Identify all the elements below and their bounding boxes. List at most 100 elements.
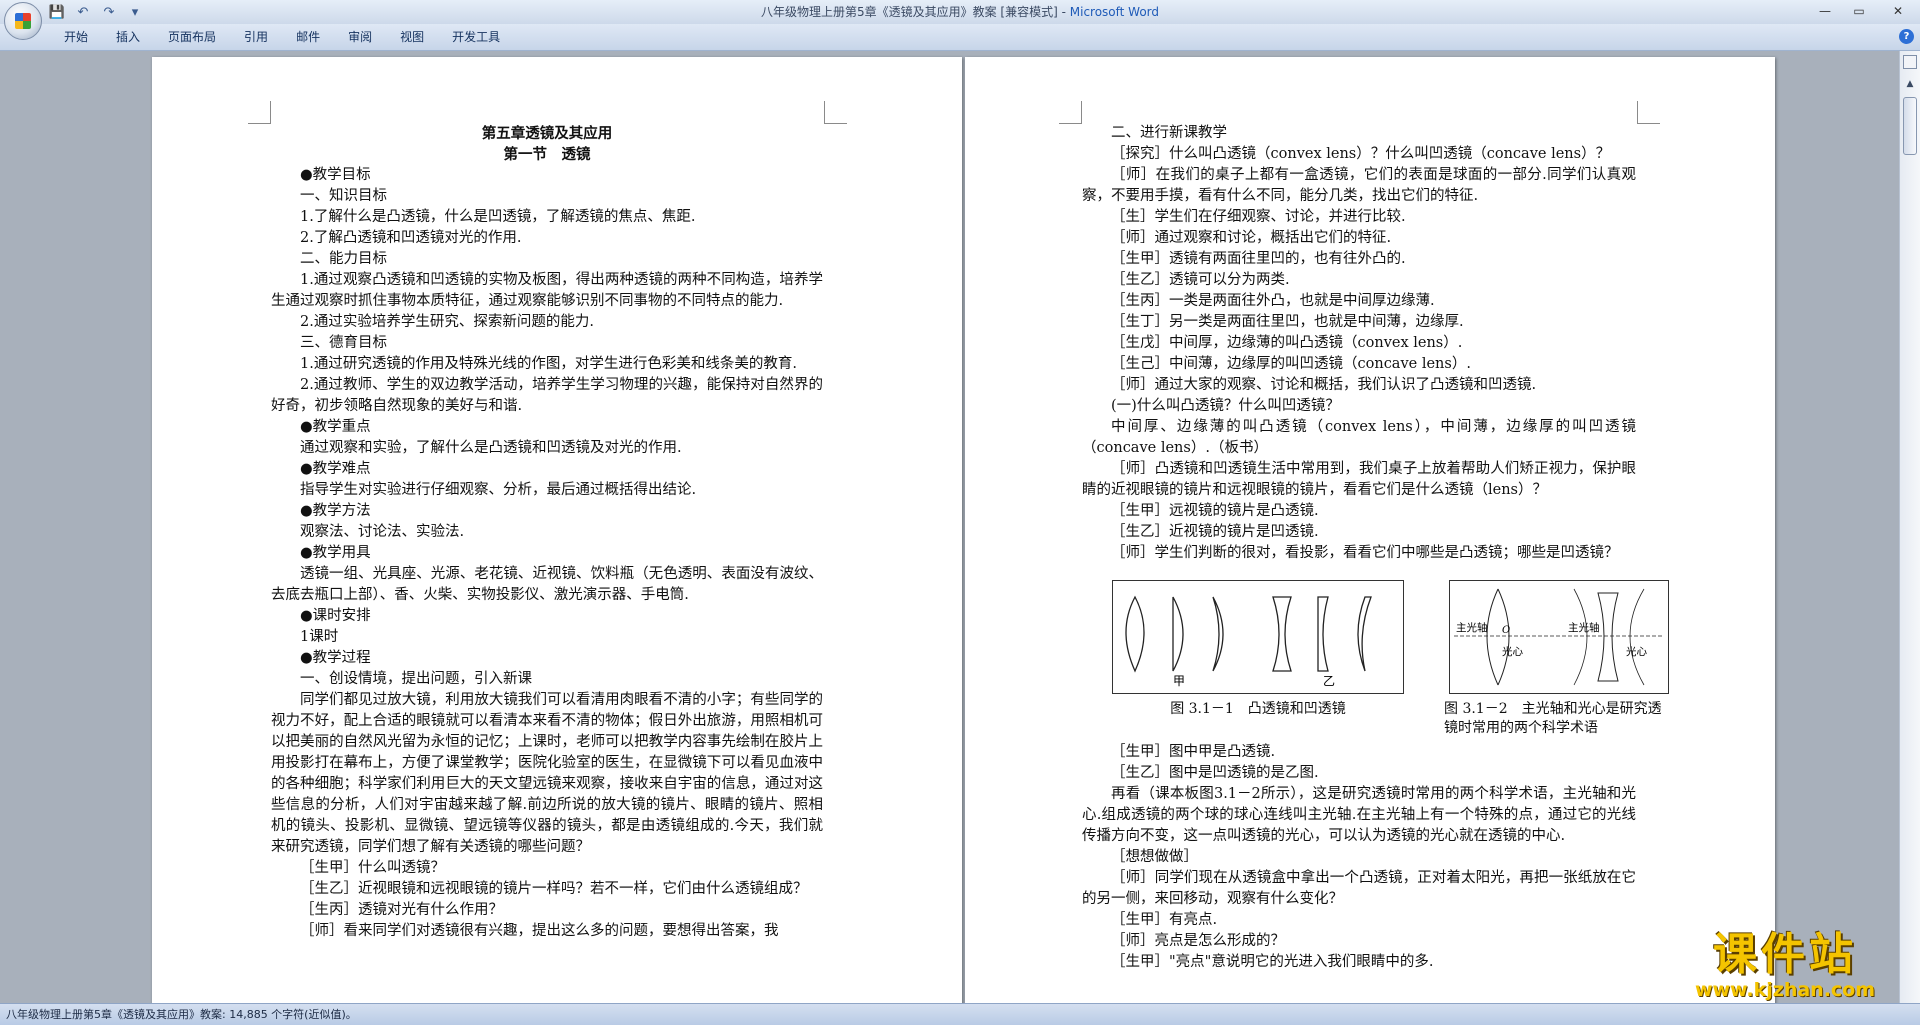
paragraph: ［生丁］另一类是两面往里凹，也就是中间薄，边缘厚. bbox=[1111, 314, 1464, 330]
paragraph: 二、进行新课教学 bbox=[1111, 125, 1227, 141]
principal-axis-diagram: 主光轴 主光轴 O 光心 光心 bbox=[1449, 580, 1669, 694]
paragraph: ［师］看来同学们对透镜很有兴趣，提出这么多的问题，要想得出答案，我 bbox=[300, 923, 779, 939]
center-label-2: 光心 bbox=[1626, 645, 1648, 658]
paragraph: 通过观察和实验，了解什么是凸透镜和凹透镜及对光的作用. bbox=[300, 440, 682, 456]
ribbon-tab[interactable]: 页面布局 bbox=[154, 24, 230, 50]
ribbon-tab[interactable]: 引用 bbox=[230, 24, 282, 50]
paragraph: ［师］在我们的桌子上都有一盒透镜，它们的表面是球面的一部分.同学们认真观察，不要… bbox=[1082, 167, 1636, 204]
figure-caption-2: 图 3.1－2 主光轴和光心是研究透镜时常用的两个科学术语 bbox=[1444, 701, 1662, 736]
paragraph: 中间厚、边缘薄的叫凸透镜（convex lens），中间薄，边缘厚的叫凹透镜（c… bbox=[1082, 419, 1636, 456]
paragraph: ●教学重点 bbox=[300, 419, 371, 435]
paragraph: ●教学方法 bbox=[300, 503, 371, 519]
lens-types-diagram: 甲 乙 bbox=[1112, 580, 1404, 694]
center-label-1: 光心 bbox=[1502, 645, 1524, 658]
paragraph: 二、能力目标 bbox=[300, 251, 387, 267]
paragraph: ●教学难点 bbox=[300, 461, 371, 477]
ribbon-tab[interactable]: 插入 bbox=[102, 24, 154, 50]
paragraph: ●教学目标 bbox=[300, 167, 371, 183]
paragraph: 1.通过观察凸透镜和凹透镜的实物及板图，得出两种透镜的两种不同构造，培养学生通过… bbox=[271, 272, 823, 309]
window-title: 八年级物理上册第5章《透镜及其应用》教案 [兼容模式] - Microsoft … bbox=[0, 0, 1920, 24]
figure-lenses: 甲 乙 图 3.1－1 凸透镜和凹透镜 bbox=[1112, 580, 1404, 738]
heading: 第一节 透镜 bbox=[503, 146, 591, 163]
window-controls: — ▭ ✕ bbox=[1808, 0, 1920, 24]
paragraph: 一、创设情境，提出问题，引入新课 bbox=[300, 671, 532, 687]
margin-corner-mark bbox=[1637, 101, 1660, 124]
figure-axis: 主光轴 主光轴 O 光心 光心 图 3.1－2 主光轴和光心是研究透镜时常用的两… bbox=[1444, 580, 1674, 738]
document-workspace: 第五章透镜及其应用 第一节 透镜 ●教学目标一、知识目标 1.了解什么是凸透镜，什么是… bbox=[0, 51, 1900, 1004]
paragraph: ［生甲］什么叫透镜？ bbox=[300, 860, 445, 876]
title-bar: 💾 ↶ ↷ ▾ 八年级物理上册第5章《透镜及其应用》教案 [兼容模式] - Mi… bbox=[0, 0, 1920, 24]
paragraph: ［师］学生们判断的很对，看投影，看看它们中哪些是凸透镜；哪些是凹透镜？ bbox=[1111, 545, 1619, 561]
paragraph: ［师］同学们现在从透镜盒中拿出一个凸透镜，正对着太阳光，再把一张纸放在它的另一侧… bbox=[1082, 870, 1636, 907]
office-button[interactable] bbox=[4, 2, 42, 40]
paragraph: ［生己］中间薄，边缘厚的叫凹透镜（concave lens）. bbox=[1111, 356, 1471, 372]
paragraph: ［生甲］图中甲是凸透镜. bbox=[1111, 744, 1276, 760]
heading: 第五章透镜及其应用 bbox=[481, 125, 613, 142]
figure-caption-1: 图 3.1－1 凸透镜和凹透镜 bbox=[1170, 701, 1346, 717]
help-icon[interactable]: ? bbox=[1899, 29, 1914, 44]
app-name: Microsoft Word bbox=[1069, 5, 1160, 19]
ribbon-tab[interactable]: 开发工具 bbox=[438, 24, 514, 50]
paragraph: 再看（课本板图3.1－2所示），这是研究透镜时常用的两个科学术语，主光轴和光心.… bbox=[1082, 786, 1636, 844]
paragraph: 2.通过实验培养学生研究、探索新问题的能力. bbox=[300, 314, 594, 330]
paragraph: ［生甲］"亮点"意说明它的光进入我们眼睛中的多. bbox=[1111, 954, 1434, 970]
vertical-scrollbar[interactable]: ▲ bbox=[1899, 51, 1920, 1004]
right-page-body[interactable]: 二、进行新课教学 ［探究］什么叫凸透镜（convex lens）？什么叫凹透镜（c… bbox=[1082, 123, 1669, 973]
paragraph: 同学们都见过放大镜，利用放大镜我们可以看清用肉眼看不清的小字；有些同学的视力不好… bbox=[271, 692, 823, 855]
paragraph: ［生乙］透镜可以分为两类. bbox=[1111, 272, 1290, 288]
ribbon-tab[interactable]: 开始 bbox=[50, 24, 102, 50]
watermark-title: 课件站 bbox=[1713, 928, 1857, 980]
paragraph: ●教学用具 bbox=[300, 545, 371, 561]
scrollbar-thumb[interactable] bbox=[1903, 97, 1917, 155]
status-text: 八年级物理上册第5章《透镜及其应用》教案: 14,885 个字符(近似值)。 bbox=[6, 1008, 357, 1021]
status-bar: 八年级物理上册第5章《透镜及其应用》教案: 14,885 个字符(近似值)。 bbox=[0, 1003, 1920, 1025]
maximize-button[interactable]: ▭ bbox=[1842, 0, 1876, 22]
paragraph: ［师］凸透镜和凹透镜生活中常用到，我们桌子上放着帮助人们矫正视力，保护眼睛的近视… bbox=[1082, 461, 1636, 498]
left-page-body[interactable]: 第五章透镜及其应用 第一节 透镜 ●教学目标一、知识目标 1.了解什么是凸透镜，什么是… bbox=[271, 123, 823, 942]
paragraph: 2.了解凸透镜和凹透镜对光的作用. bbox=[300, 230, 522, 246]
watermark-url: www.kjzhan.com bbox=[1694, 978, 1876, 1001]
paragraph: ［生甲］透镜有两面往里凹的，也有往外凸的. bbox=[1111, 251, 1406, 267]
paragraph: 1课时 bbox=[300, 629, 339, 645]
minimize-button[interactable]: — bbox=[1808, 0, 1842, 22]
document-page-right: 二、进行新课教学 ［探究］什么叫凸透镜（convex lens）？什么叫凹透镜（c… bbox=[965, 57, 1775, 1004]
ribbon-tab[interactable]: 视图 bbox=[386, 24, 438, 50]
paragraph: ［生戊］中间厚，边缘薄的叫凸透镜（convex lens）. bbox=[1111, 335, 1463, 351]
paragraph: ［想想做做］ bbox=[1111, 849, 1198, 865]
paragraph: 三、德育目标 bbox=[300, 335, 387, 351]
paragraph: 2.通过教师、学生的双边教学活动，培养学生学习物理的兴趣，能保持对自然界的好奇，… bbox=[271, 377, 823, 414]
scroll-up-arrow-icon[interactable]: ▲ bbox=[1902, 77, 1918, 91]
paragraph: ［师］通过观察和讨论，概括出它们的特征. bbox=[1111, 230, 1392, 246]
axis-label-1: 主光轴 bbox=[1456, 621, 1488, 634]
axis-label-2: 主光轴 bbox=[1568, 621, 1600, 634]
paragraph: ［生丙］透镜对光有什么作用？ bbox=[300, 902, 503, 918]
paragraph: ［生丙］一类是两面往外凸，也就是中间厚边缘薄. bbox=[1111, 293, 1435, 309]
paragraph: ［生甲］有亮点. bbox=[1111, 912, 1218, 928]
figure-label-yi: 乙 bbox=[1323, 674, 1335, 688]
paragraph: ［生甲］远视镜的镜片是凸透镜. bbox=[1111, 503, 1319, 519]
figures-row: 甲 乙 图 3.1－1 凸透镜和凹透镜 主光轴 主光轴 O 光心 光心 图 3.… bbox=[1112, 580, 1669, 738]
paragraph: (一)什么叫凸透镜？什么叫凹透镜？ bbox=[1111, 398, 1340, 414]
paragraph: ［生］学生们在仔细观察、讨论，并进行比较. bbox=[1111, 209, 1406, 225]
paragraph: 1.通过研究透镜的作用及特殊光线的作图，对学生进行色彩美和线条美的教育. bbox=[300, 356, 797, 372]
paragraph: ［生乙］图中是凹透镜的是乙图. bbox=[1111, 765, 1319, 781]
paragraph: ［探究］什么叫凸透镜（convex lens）？什么叫凹透镜（concave l… bbox=[1111, 146, 1611, 162]
ribbon-tabs: 开始 插入 页面布局 引用 邮件 审阅 视图 开发工具 bbox=[50, 24, 514, 50]
paragraph: ●教学过程 bbox=[300, 650, 371, 666]
close-button[interactable]: ✕ bbox=[1876, 0, 1920, 22]
margin-corner-mark bbox=[1059, 101, 1082, 124]
paragraph: ［生乙］近视眼镜和远视眼镜的镜片一样吗？若不一样，它们由什么透镜组成？ bbox=[300, 881, 808, 897]
margin-corner-mark bbox=[248, 101, 271, 124]
view-ruler-icon[interactable] bbox=[1903, 55, 1917, 69]
paragraph: 透镜一组、光具座、光源、老花镜、近视镜、饮料瓶（无色透明、表面没有波纹、去底去瓶… bbox=[271, 566, 823, 603]
optical-center-o: O bbox=[1502, 625, 1510, 636]
document-title: 八年级物理上册第5章《透镜及其应用》教案 [兼容模式] - bbox=[760, 5, 1070, 19]
ribbon-tab[interactable]: 邮件 bbox=[282, 24, 334, 50]
paragraph: 1.了解什么是凸透镜，什么是凹透镜，了解透镜的焦点、焦距. bbox=[300, 209, 696, 225]
ribbon-tab[interactable]: 审阅 bbox=[334, 24, 386, 50]
figure-label-jia: 甲 bbox=[1173, 674, 1185, 688]
office-logo-icon bbox=[15, 13, 31, 29]
paragraph: 指导学生对实验进行仔细观察、分析，最后通过概括得出结论. bbox=[300, 482, 697, 498]
paragraph: 一、知识目标 bbox=[300, 188, 387, 204]
paragraph: ［师］亮点是怎么形成的？ bbox=[1111, 933, 1285, 949]
